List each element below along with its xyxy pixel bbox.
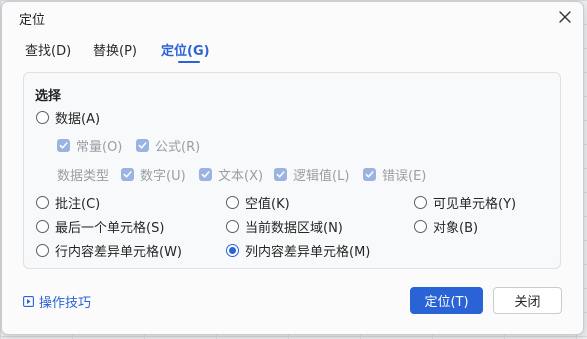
checkbox-label: 错误(E) bbox=[382, 169, 427, 184]
radio-label: 可见单元格(Y) bbox=[433, 197, 517, 212]
radio-label: 行内容差异单元格(W) bbox=[55, 245, 182, 260]
checkbox-logical[interactable]: 逻辑值(L) bbox=[274, 165, 349, 184]
active-tab-indicator bbox=[178, 61, 200, 63]
radio-button[interactable] bbox=[36, 220, 49, 233]
checkbox-number[interactable]: 数字(U) bbox=[121, 165, 186, 184]
radio-blanks[interactable]: 空值(K) bbox=[226, 193, 290, 212]
radio-comments[interactable]: 批注(C) bbox=[36, 193, 100, 212]
checkbox-label: 数字(U) bbox=[140, 169, 186, 184]
checkbox-label: 逻辑值(L) bbox=[293, 169, 350, 184]
tips-label: 操作技巧 bbox=[39, 296, 92, 311]
radio-label: 数据(A) bbox=[55, 112, 101, 127]
radio-button[interactable] bbox=[36, 196, 49, 209]
checkbox-label: 常量(O) bbox=[76, 140, 123, 155]
check-icon bbox=[276, 171, 285, 178]
check-icon bbox=[138, 142, 147, 149]
radio-label: 空值(K) bbox=[245, 197, 290, 212]
radio-button[interactable] bbox=[414, 196, 427, 209]
section-title-select: 选择 bbox=[35, 89, 62, 104]
checkbox-constant[interactable]: 常量(O) bbox=[57, 136, 122, 155]
checkbox[interactable] bbox=[199, 168, 212, 181]
radio-label: 最后一个单元格(S) bbox=[55, 221, 165, 236]
checkbox[interactable] bbox=[121, 168, 134, 181]
radio-row-differences[interactable]: 行内容差异单元格(W) bbox=[36, 241, 182, 260]
close-dialog-button[interactable]: 关闭 bbox=[493, 287, 562, 314]
check-icon bbox=[123, 171, 132, 178]
checkbox[interactable] bbox=[363, 168, 376, 181]
tab-find[interactable]: 查找(D) bbox=[25, 40, 71, 59]
check-icon bbox=[365, 171, 374, 178]
goto-button[interactable]: 定位(T) bbox=[410, 287, 483, 314]
tips-link[interactable]: 操作技巧 bbox=[23, 292, 91, 311]
radio-button[interactable] bbox=[226, 244, 239, 257]
checkbox-text[interactable]: 文本(X) bbox=[199, 165, 263, 184]
radio-label: 当前数据区域(N) bbox=[245, 221, 343, 236]
check-icon bbox=[201, 171, 210, 178]
radio-current-region[interactable]: 当前数据区域(N) bbox=[226, 217, 343, 236]
tab-bar: 查找(D) 替换(P) 定位(G) bbox=[2, 40, 583, 66]
checkbox-label: 公式(R) bbox=[155, 140, 201, 155]
radio-selected-dot bbox=[229, 247, 236, 254]
radio-button[interactable] bbox=[36, 111, 49, 124]
radio-last-cell[interactable]: 最后一个单元格(S) bbox=[36, 217, 164, 236]
radio-button[interactable] bbox=[226, 220, 239, 233]
radio-button[interactable] bbox=[226, 196, 239, 209]
close-button[interactable] bbox=[554, 6, 576, 28]
dialog-title: 定位 bbox=[19, 13, 46, 28]
tab-goto[interactable]: 定位(G) bbox=[161, 40, 210, 59]
check-icon bbox=[59, 142, 68, 149]
checkbox-error[interactable]: 错误(E) bbox=[363, 165, 426, 184]
tab-replace[interactable]: 替换(P) bbox=[93, 40, 137, 59]
radio-data[interactable]: 数据(A) bbox=[36, 108, 100, 127]
radio-objects[interactable]: 对象(B) bbox=[414, 217, 478, 236]
checkbox[interactable] bbox=[136, 139, 149, 152]
radio-visible-cells[interactable]: 可见单元格(Y) bbox=[414, 193, 516, 212]
checkbox-formula[interactable]: 公式(R) bbox=[136, 136, 200, 155]
radio-label: 列内容差异单元格(M) bbox=[245, 245, 371, 260]
close-icon bbox=[559, 11, 571, 23]
data-type-label: 数据类型 bbox=[57, 169, 110, 184]
checkbox[interactable] bbox=[57, 139, 70, 152]
play-square-icon bbox=[23, 296, 34, 307]
radio-label: 批注(C) bbox=[55, 197, 101, 212]
radio-label: 对象(B) bbox=[433, 221, 479, 236]
radio-column-differences[interactable]: 列内容差异单元格(M) bbox=[226, 241, 370, 260]
radio-button[interactable] bbox=[414, 220, 427, 233]
checkbox[interactable] bbox=[274, 168, 287, 181]
checkbox-label: 文本(X) bbox=[218, 169, 264, 184]
radio-button[interactable] bbox=[36, 244, 49, 257]
